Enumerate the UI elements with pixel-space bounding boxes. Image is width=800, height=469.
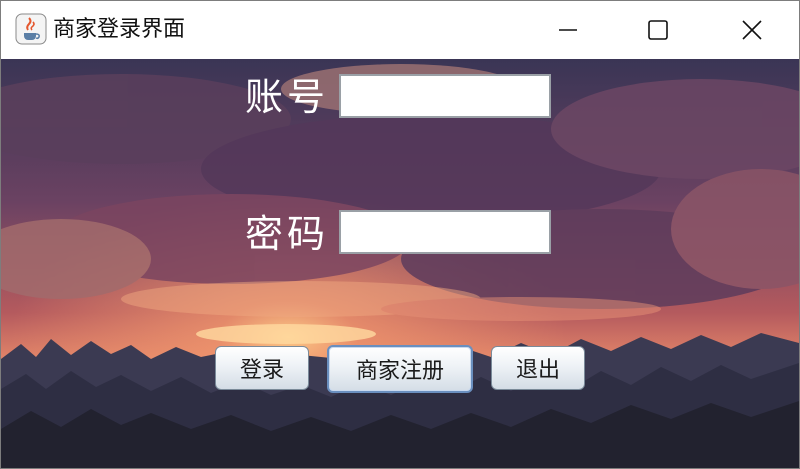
java-coffee-icon [15,13,47,45]
exit-button[interactable]: 退出 [491,346,585,390]
account-input[interactable] [339,74,551,118]
close-button[interactable] [707,1,797,59]
minimize-icon [559,29,577,31]
password-label: 密码 [245,212,330,256]
password-input[interactable] [339,210,551,254]
close-icon [742,20,762,40]
account-label: 账号 [245,75,330,119]
sunset-background-image [1,59,799,468]
login-button[interactable]: 登录 [215,346,309,390]
minimize-button[interactable] [523,1,613,59]
maximize-button[interactable] [613,1,703,59]
register-button[interactable]: 商家注册 [327,345,473,393]
title-bar[interactable]: 商家登录界面 [1,1,799,59]
maximize-icon [648,20,668,40]
login-panel: 账号 密码 登录 商家注册 退出 [1,59,799,468]
window-title: 商家登录界面 [53,17,186,42]
app-window: 商家登录界面 账号 密码 登录 商家注册 退出 [0,0,800,469]
